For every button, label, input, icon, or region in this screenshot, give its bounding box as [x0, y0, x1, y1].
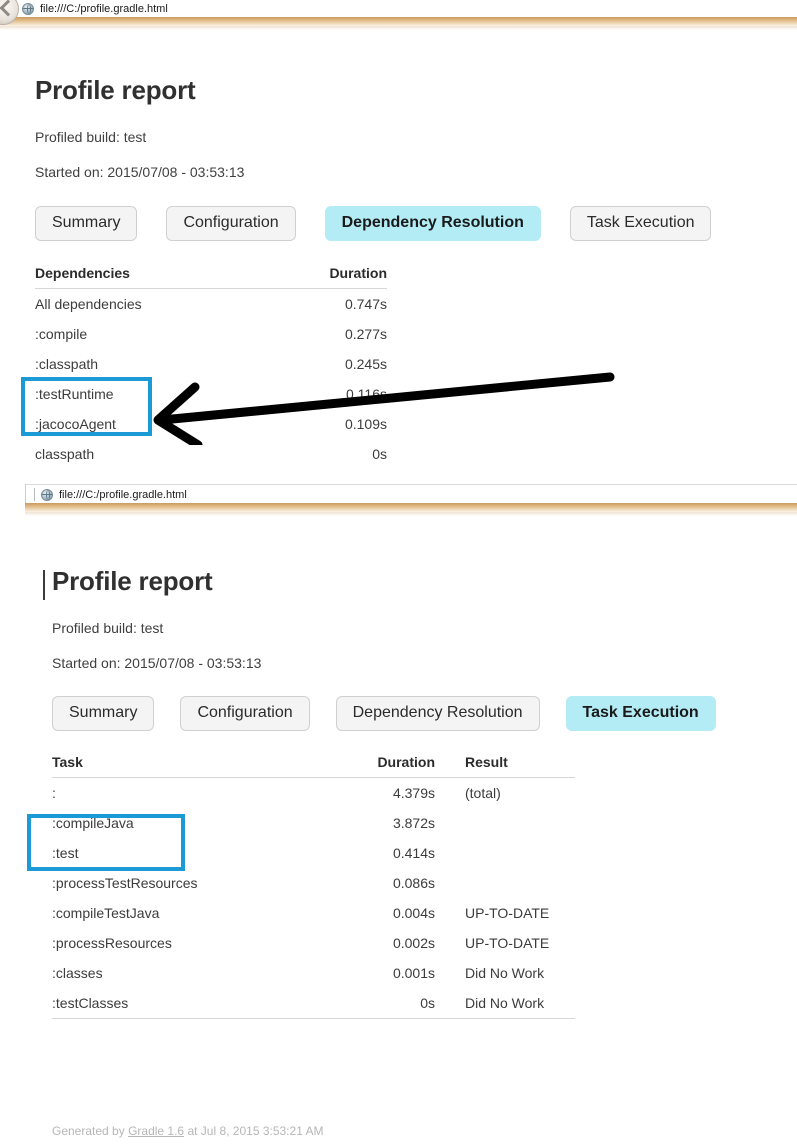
task-duration: 0.414s — [392, 845, 435, 861]
tab-summary[interactable]: Summary — [52, 696, 155, 731]
address-bar-url[interactable]: file:///C:/profile.gradle.html — [59, 489, 187, 501]
task-result: UP-TO-DATE — [465, 935, 550, 951]
address-bar-second[interactable]: file:///C:/profile.gradle.html — [25, 484, 797, 505]
task-result — [435, 868, 575, 898]
tab-dependency-resolution[interactable]: Dependency Resolution — [335, 696, 540, 731]
task-result — [435, 808, 575, 838]
column-header-duration: Duration — [306, 754, 435, 778]
task-name: :testClasses — [52, 988, 306, 1019]
dependency-duration: 0.245s — [344, 356, 387, 372]
task-result — [435, 838, 575, 868]
footer-generated-by: Generated by Gradle 1.6 at Jul 8, 2015 3… — [52, 1124, 324, 1138]
task-result: Did No Work — [435, 988, 575, 1019]
table-row: :compile 0.277s — [35, 319, 387, 349]
task-duration: 3.872s — [392, 815, 435, 831]
title-accent-rule — [43, 570, 45, 600]
gradle-version-link[interactable]: Gradle 1.6 — [128, 1124, 184, 1138]
address-bar[interactable]: file:///C:/profile.gradle.html — [0, 0, 797, 18]
dependency-name: :testRuntime — [35, 386, 114, 402]
page-title-text: Profile report — [52, 566, 213, 596]
task-result: Did No Work — [465, 965, 545, 981]
dependency-name: :compile — [35, 326, 88, 342]
address-bar-url[interactable]: file:///C:/profile.gradle.html — [40, 3, 168, 15]
profiled-build-label: Profiled build: test — [52, 620, 164, 636]
tab-task-execution[interactable]: Task Execution — [569, 206, 712, 241]
back-chevron-icon — [0, 0, 17, 17]
profile-report-dependency-resolution: Profile report Profiled build: test Star… — [0, 30, 797, 470]
footer-suffix: at Jul 8, 2015 3:53:21 AM — [184, 1124, 324, 1138]
report-tabs: Summary Configuration Dependency Resolut… — [35, 180, 797, 241]
table-row: All dependencies 0.747s — [35, 289, 387, 320]
dependency-duration: 0.109s — [344, 416, 387, 432]
task-name: :classes — [52, 965, 103, 981]
table-row: :compileJava 3.872s — [52, 808, 575, 838]
table-row: :jacocoAgent 0.109s — [35, 409, 387, 439]
browser-chrome-top: file:///C:/profile.gradle.html — [0, 0, 797, 30]
dependency-name: :classpath — [35, 356, 99, 372]
dependency-name: :jacocoAgent — [35, 416, 116, 432]
task-duration: 0.002s — [392, 935, 435, 951]
started-on-label: Started on: 2015/07/08 - 03:53:13 — [35, 164, 245, 180]
task-duration: 0.001s — [392, 965, 435, 981]
footer-prefix: Generated by — [52, 1124, 129, 1138]
column-header-duration: Duration — [265, 265, 387, 289]
tab-task-execution[interactable]: Task Execution — [565, 696, 716, 731]
column-header-task: Task — [52, 754, 306, 778]
tab-dependency-resolution[interactable]: Dependency Resolution — [324, 206, 541, 241]
tasks-table: Task Duration Result : 4.379s (total) :c… — [52, 754, 575, 1019]
profile-report-task-execution: Profile report Profiled build: test Star… — [25, 516, 797, 1144]
chrome-accent-bar — [0, 17, 797, 26]
table-row: : 4.379s (total) — [52, 778, 575, 809]
task-duration: 0s — [306, 988, 435, 1019]
task-name: : — [52, 785, 56, 801]
dependency-duration: 0.747s — [344, 296, 387, 312]
tab-configuration[interactable]: Configuration — [180, 696, 310, 731]
dependencies-table: Dependencies Duration All dependencies 0… — [35, 265, 387, 470]
table-row: :classpath 0.245s — [35, 349, 387, 379]
task-duration: 0.086s — [392, 875, 435, 891]
dependency-duration: 0.277s — [344, 326, 387, 342]
table-header-row: Dependencies Duration — [35, 265, 387, 289]
column-header-dependencies: Dependencies — [35, 265, 265, 289]
task-result: UP-TO-DATE — [465, 905, 550, 921]
table-row: :testClasses 0s Did No Work — [52, 988, 575, 1019]
chrome-accent-bar — [25, 503, 797, 512]
tab-summary[interactable]: Summary — [35, 206, 138, 241]
table-row: :compileTestJava 0.004s UP-TO-DATE — [52, 898, 575, 928]
dependency-name: All dependencies — [35, 296, 142, 312]
started-on-label: Started on: 2015/07/08 - 03:53:13 — [52, 655, 262, 671]
table-row: :test 0.414s — [52, 838, 575, 868]
report-tabs: Summary Configuration Dependency Resolut… — [52, 671, 797, 731]
table-row: :classes 0.001s Did No Work — [52, 958, 575, 988]
browser-chrome-second: file:///C:/profile.gradle.html — [25, 484, 797, 516]
page-title: Profile report — [35, 75, 196, 105]
table-row: :testRuntime 0.116s — [35, 379, 387, 409]
page-gap — [0, 462, 797, 484]
tab-configuration[interactable]: Configuration — [166, 206, 296, 241]
task-name: :compileTestJava — [52, 905, 160, 921]
address-bar-divider — [34, 488, 35, 501]
table-header-row: Task Duration Result — [52, 754, 575, 778]
task-name: :compileJava — [52, 815, 134, 831]
task-duration: 0.004s — [392, 905, 435, 921]
column-header-result: Result — [435, 754, 575, 778]
globe-icon — [22, 2, 34, 15]
table-row: :processResources 0.002s UP-TO-DATE — [52, 928, 575, 958]
globe-icon — [41, 488, 53, 501]
dependency-duration: 0.116s — [346, 386, 387, 402]
task-duration: 4.379s — [392, 785, 435, 801]
task-result: (total) — [465, 785, 501, 801]
task-name: :processResources — [52, 935, 172, 951]
page-title: Profile report — [43, 516, 797, 600]
task-name: :processTestResources — [52, 875, 198, 891]
table-row: :processTestResources 0.086s — [52, 868, 575, 898]
profiled-build-label: Profiled build: test — [35, 129, 147, 145]
task-name: :test — [52, 845, 79, 861]
